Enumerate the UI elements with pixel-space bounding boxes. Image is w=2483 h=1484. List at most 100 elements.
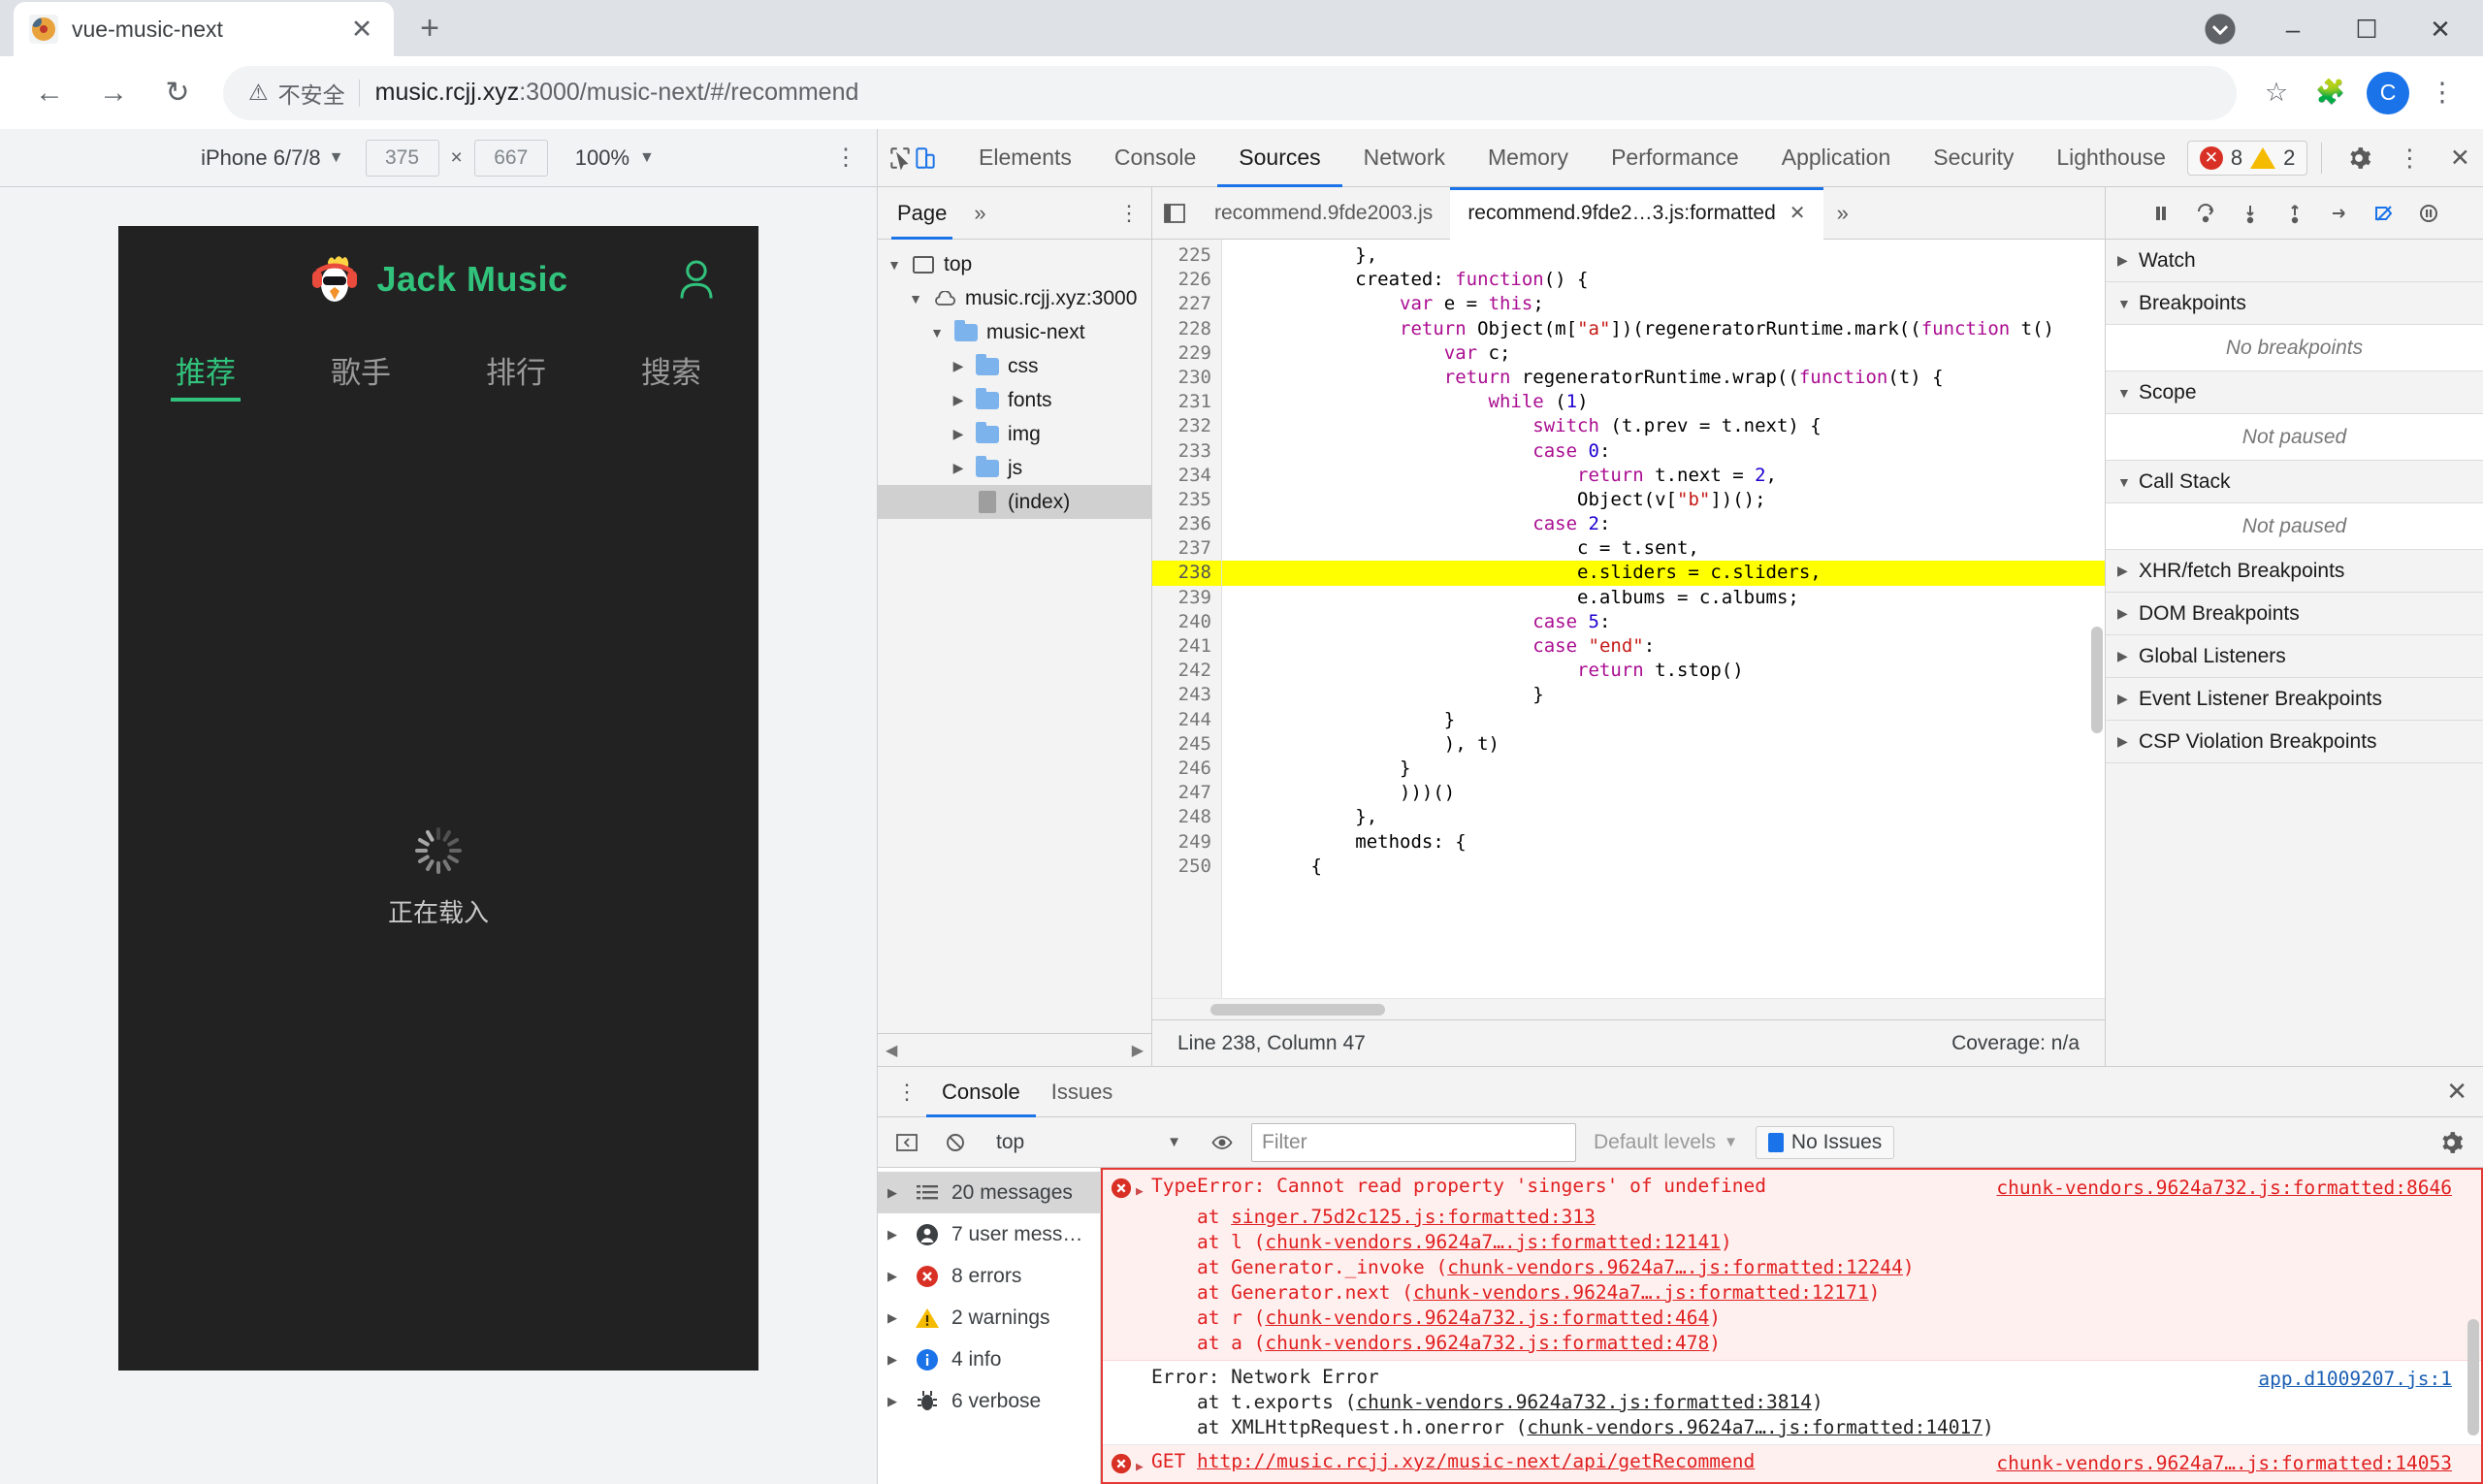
line-number[interactable]: 234 xyxy=(1152,464,1221,488)
console-message-source-link[interactable]: chunk-vendors.9624a732.js:formatted:8646 xyxy=(1996,1176,2452,1201)
debugger-section-scope[interactable]: ▼ Scope xyxy=(2106,371,2483,414)
minimize-button[interactable]: – xyxy=(2256,2,2330,56)
code-line[interactable]: return t.next = 2, xyxy=(1222,464,2105,488)
console-sidebar-item[interactable]: ▶ 4 info xyxy=(878,1339,1100,1380)
browser-tab[interactable]: vue-music-next ✕ xyxy=(14,2,394,56)
debugger-section-xhr-fetch-breakpoints[interactable]: ▶ XHR/fetch Breakpoints xyxy=(2106,550,2483,593)
tree-node-fonts[interactable]: ▶ fonts xyxy=(878,383,1151,417)
app-tab-singer[interactable]: 歌手 xyxy=(283,348,438,402)
pause-icon[interactable] xyxy=(2140,192,2182,235)
forward-arrow-icon[interactable]: → xyxy=(83,63,144,123)
debugger-section-dom-breakpoints[interactable]: ▶ DOM Breakpoints xyxy=(2106,593,2483,635)
line-number[interactable]: 231 xyxy=(1152,390,1221,414)
tree-node-origin[interactable]: ▼ music.rcjj.xyz:3000 xyxy=(878,281,1151,315)
step-out-icon[interactable] xyxy=(2273,192,2316,235)
debugger-section-event-listener-breakpoints[interactable]: ▶ Event Listener Breakpoints xyxy=(2106,678,2483,721)
code-line[interactable]: var c; xyxy=(1222,341,2105,366)
collapse-triangle-icon[interactable]: ▶ xyxy=(2117,733,2139,750)
scrollbar-thumb[interactable] xyxy=(1210,1003,1385,1016)
debugger-section-csp-violation-breakpoints[interactable]: ▶ CSP Violation Breakpoints xyxy=(2106,721,2483,763)
expand-triangle-icon[interactable]: ▶ xyxy=(1136,1449,1151,1480)
code-line[interactable]: return regeneratorRuntime.wrap((function… xyxy=(1222,366,2105,390)
code-line[interactable]: switch (t.prev = t.next) { xyxy=(1222,414,2105,438)
scroll-right-arrow-icon[interactable]: ▶ xyxy=(1132,1041,1144,1060)
console-sidebar-item[interactable]: ▶ 6 verbose xyxy=(878,1380,1100,1422)
line-number[interactable]: 232 xyxy=(1152,414,1221,438)
expand-triangle-icon[interactable]: ▶ xyxy=(1136,1174,1151,1205)
chevron-down-icon[interactable]: ▼ xyxy=(329,149,344,167)
line-number[interactable]: 242 xyxy=(1152,659,1221,683)
collapse-triangle-icon[interactable]: ▶ xyxy=(887,1227,903,1242)
debugger-section-watch[interactable]: ▶ Watch xyxy=(2106,240,2483,282)
line-number[interactable]: 243 xyxy=(1152,683,1221,707)
code-line[interactable]: e.sliders = c.sliders, xyxy=(1222,561,2105,586)
tab-performance[interactable]: Performance xyxy=(1590,129,1760,187)
line-number[interactable]: 248 xyxy=(1152,805,1221,829)
clear-console-icon[interactable] xyxy=(936,1123,975,1162)
tab-security[interactable]: Security xyxy=(1912,129,2035,187)
editor-vertical-scrollbar[interactable] xyxy=(2089,243,2103,977)
tab-application[interactable]: Application xyxy=(1760,129,1913,187)
device-toolbar-kebab-menu-icon[interactable]: ⋮ xyxy=(834,144,857,172)
line-number[interactable]: 237 xyxy=(1152,536,1221,561)
line-number[interactable]: 233 xyxy=(1152,439,1221,464)
device-select[interactable]: iPhone 6/7/8 xyxy=(201,145,321,171)
zoom-select[interactable]: 100% xyxy=(575,145,629,171)
line-number[interactable]: 239 xyxy=(1152,586,1221,610)
console-message-source-link[interactable]: app.d1009207.js:1 xyxy=(2258,1367,2452,1392)
close-icon[interactable]: ✕ xyxy=(345,13,378,46)
back-arrow-icon[interactable]: ← xyxy=(19,63,80,123)
live-expression-icon[interactable] xyxy=(1203,1123,1242,1162)
line-number[interactable]: 249 xyxy=(1152,830,1221,855)
console-sidebar-item[interactable]: ▶ 20 messages xyxy=(878,1172,1100,1213)
console-levels-select[interactable]: Default levels ▼ xyxy=(1586,1131,1746,1154)
code-line[interactable]: created: function() { xyxy=(1222,268,2105,292)
tab-memory[interactable]: Memory xyxy=(1467,129,1590,187)
no-issues-button[interactable]: No Issues xyxy=(1755,1125,1895,1159)
close-icon[interactable]: ✕ xyxy=(2436,135,2483,181)
kebab-menu-icon[interactable]: ⋮ xyxy=(2386,135,2433,181)
scrollbar-thumb[interactable] xyxy=(2091,627,2103,733)
tab-network[interactable]: Network xyxy=(1342,129,1467,187)
scroll-left-arrow-icon[interactable]: ◀ xyxy=(886,1041,897,1060)
code-line[interactable]: }, xyxy=(1222,805,2105,829)
address-bar[interactable]: ⚠ 不安全 music.rcjj.xyz:3000/music-next/#/r… xyxy=(223,65,2237,120)
line-number[interactable]: 230 xyxy=(1152,366,1221,390)
tab-sources[interactable]: Sources xyxy=(1217,129,1341,187)
code-line[interactable]: } xyxy=(1222,757,2105,781)
user-avatar-icon[interactable] xyxy=(675,257,718,302)
line-number[interactable]: 246 xyxy=(1152,757,1221,781)
app-tab-search[interactable]: 搜索 xyxy=(594,348,749,402)
console-context-select[interactable]: top ▼ xyxy=(984,1124,1193,1161)
code-line[interactable]: Object(v["b"])(); xyxy=(1222,488,2105,512)
console-message[interactable]: chunk-vendors.9624a732.js:formatted:8646… xyxy=(1103,1170,2481,1361)
avatar[interactable]: C xyxy=(2367,71,2409,114)
tree-node-top[interactable]: ▼ top xyxy=(878,247,1151,281)
code-line[interactable]: )))() xyxy=(1222,781,2105,805)
code-content[interactable]: }, created: function() { var e = this; r… xyxy=(1222,240,2105,998)
line-number[interactable]: 240 xyxy=(1152,610,1221,634)
tree-node-js[interactable]: ▶ js xyxy=(878,451,1151,485)
console-sidebar-item[interactable]: ▶ 8 errors xyxy=(878,1255,1100,1297)
kebab-menu-icon[interactable]: ⋮ xyxy=(1118,201,1140,226)
line-number[interactable]: 229 xyxy=(1152,341,1221,366)
step-over-icon[interactable] xyxy=(2184,192,2227,235)
code-line[interactable]: case 0: xyxy=(1222,439,2105,464)
code-line[interactable]: methods: { xyxy=(1222,830,2105,855)
tree-node-css[interactable]: ▶ css xyxy=(878,349,1151,383)
collapse-triangle-icon[interactable]: ▶ xyxy=(950,426,967,442)
zoom-chevron-down-icon[interactable]: ▼ xyxy=(639,149,655,167)
debugger-section-call-stack[interactable]: ▼ Call Stack xyxy=(2106,461,2483,503)
collapse-triangle-icon[interactable]: ▶ xyxy=(887,1310,903,1326)
line-number[interactable]: 235 xyxy=(1152,488,1221,512)
line-number[interactable]: 244 xyxy=(1152,708,1221,732)
close-icon[interactable]: ✕ xyxy=(2446,1077,2467,1107)
expand-triangle-icon[interactable]: ▼ xyxy=(886,257,903,273)
expand-triangle-icon[interactable]: ▼ xyxy=(2117,385,2139,401)
code-line[interactable]: e.albums = c.albums; xyxy=(1222,586,2105,610)
plus-icon[interactable]: + xyxy=(403,2,456,54)
issue-counts[interactable]: ✕ 8 2 xyxy=(2186,140,2308,176)
console-sidebar-item[interactable]: ▶ 7 user mess… xyxy=(878,1213,1100,1255)
console-messages[interactable]: chunk-vendors.9624a732.js:formatted:8646… xyxy=(1101,1168,2483,1484)
collapse-triangle-icon[interactable]: ▶ xyxy=(950,358,967,374)
